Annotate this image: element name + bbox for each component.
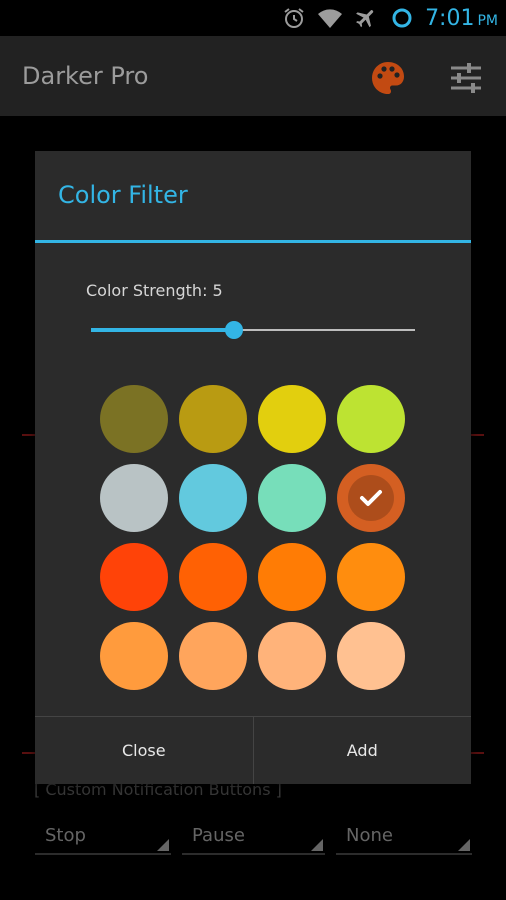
action-bar: Darker Pro — [0, 36, 506, 116]
sync-circle-icon — [389, 5, 415, 31]
color-swatch[interactable] — [179, 385, 247, 453]
dialog-button-bar: Close Add — [35, 716, 471, 784]
color-filter-dialog: Color Filter Color Strength: 5 Close Add — [35, 151, 471, 784]
color-swatch[interactable] — [179, 464, 247, 532]
color-swatch[interactable] — [337, 543, 405, 611]
color-swatch[interactable] — [258, 385, 326, 453]
title-divider — [35, 240, 471, 243]
app-title: Darker Pro — [22, 62, 149, 90]
alarm-icon — [281, 5, 307, 31]
close-button[interactable]: Close — [35, 717, 253, 784]
color-swatch[interactable] — [100, 464, 168, 532]
color-swatch[interactable] — [258, 543, 326, 611]
color-swatch[interactable] — [179, 543, 247, 611]
check-icon — [348, 475, 394, 521]
palette-icon[interactable] — [368, 58, 408, 98]
sliders-icon[interactable] — [446, 58, 486, 98]
airplane-icon — [353, 5, 379, 31]
color-swatch[interactable] — [258, 622, 326, 690]
strength-label: Color Strength: 5 — [86, 281, 223, 300]
color-swatch[interactable] — [337, 385, 405, 453]
wifi-icon — [317, 5, 343, 31]
color-swatch[interactable] — [100, 385, 168, 453]
color-swatch[interactable] — [258, 464, 326, 532]
add-button[interactable]: Add — [252, 717, 472, 784]
slider-thumb[interactable] — [224, 321, 243, 339]
status-bar: 7:01 PM — [0, 0, 506, 36]
strength-slider[interactable] — [91, 319, 415, 341]
dialog-title: Color Filter — [58, 181, 188, 209]
color-swatch[interactable] — [179, 622, 247, 690]
color-swatch[interactable] — [337, 622, 405, 690]
swatch-grid — [100, 385, 406, 691]
slider-fill — [91, 328, 234, 332]
color-swatch[interactable] — [100, 622, 168, 690]
color-swatch[interactable] — [100, 543, 168, 611]
status-clock: 7:01 PM — [425, 5, 498, 31]
color-swatch[interactable] — [337, 464, 405, 532]
